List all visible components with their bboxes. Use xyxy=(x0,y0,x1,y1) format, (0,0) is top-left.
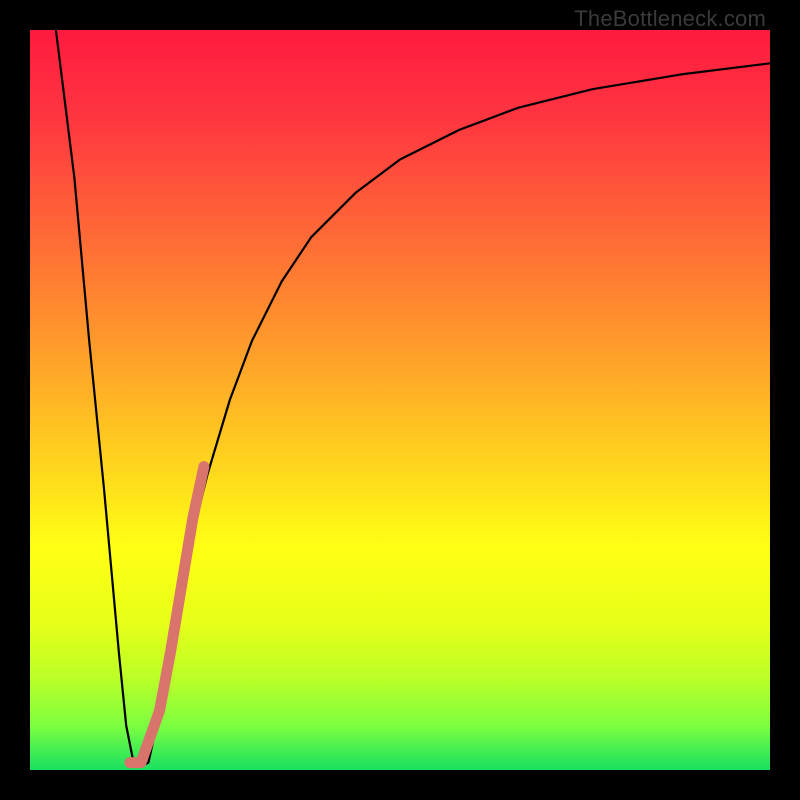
watermark-text: TheBottleneck.com xyxy=(574,6,766,32)
highlight-segment xyxy=(130,467,204,763)
bottleneck-curve xyxy=(56,30,770,766)
chart-frame: TheBottleneck.com xyxy=(0,0,800,800)
curve-layer xyxy=(30,30,770,770)
plot-area xyxy=(30,30,770,770)
